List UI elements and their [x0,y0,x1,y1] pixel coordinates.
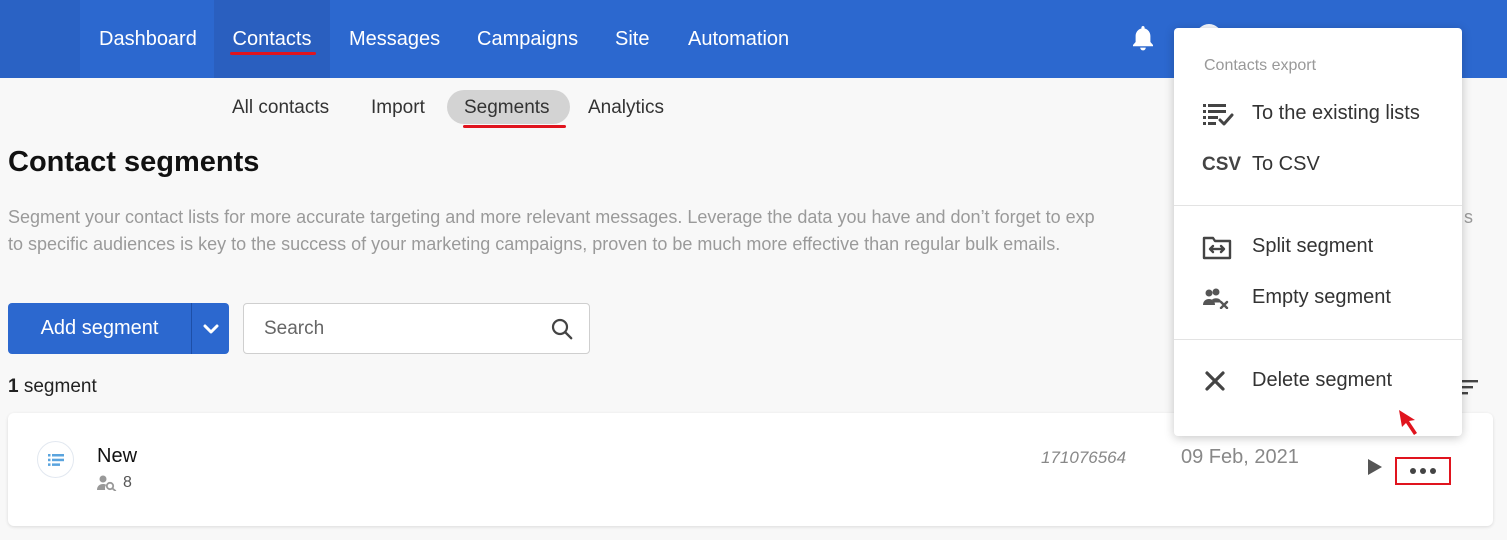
nav-automation[interactable]: Automation [688,0,789,78]
more-dot [1410,468,1416,474]
nav-contacts[interactable]: Contacts [214,0,330,78]
more-dot [1420,468,1426,474]
more-dot [1430,468,1436,474]
nav-automation-label: Automation [688,28,790,50]
segment-count-number: 1 [8,376,19,397]
contacts-highlight-underline [230,52,316,55]
menu-item-to-csv[interactable]: CSV To CSV [1174,142,1462,188]
chevron-down-icon [203,324,218,333]
add-segment-button[interactable]: Add segment [8,303,191,354]
page-title: Contact segments [8,146,260,178]
list-check-icon [1202,101,1234,127]
search-icon[interactable] [551,318,573,340]
tab-segments[interactable]: Segments [464,92,550,124]
nav-messages[interactable]: Messages [349,0,440,78]
nav-contacts-label: Contacts [232,28,312,50]
segment-count: 1 segment [8,376,97,398]
user-search-icon [97,475,117,491]
segment-list-icon [37,441,74,478]
annotation-arrow-icon [1399,410,1417,435]
menu-section-title: Contacts export [1204,57,1317,74]
tab-all-contacts[interactable]: All contacts [232,92,329,124]
split-icon [1202,234,1234,260]
menu-item-label: Split segment [1252,235,1374,257]
segment-id: 171076564 [1041,448,1127,467]
add-segment-button-group: Add segment [8,303,229,354]
menu-item-label: To CSV [1252,153,1320,175]
segment-actions-menu: Contacts export To the existing lists CS… [1174,28,1462,436]
bell-icon[interactable] [1130,24,1156,52]
segment-name[interactable]: New [97,445,137,468]
segment-date: 09 Feb, 2021 [1181,446,1299,468]
play-icon[interactable] [1366,457,1384,477]
menu-divider [1174,339,1462,340]
menu-item-label: Empty segment [1252,286,1391,308]
csv-icon-text: CSV [1202,154,1242,175]
segment-contacts-count: 8 [123,474,132,491]
menu-item-label: Delete segment [1252,369,1393,391]
nav-dashboard[interactable]: Dashboard [99,0,197,78]
menu-item-empty-segment[interactable]: Empty segment [1174,275,1462,321]
csv-icon: CSV [1202,152,1241,178]
nav-dashboard-label: Dashboard [99,28,197,50]
description-line1-tail: s [1464,207,1473,227]
description-line1-text: Segment your contact lists for more accu… [8,207,1095,227]
menu-item-label: To the existing lists [1252,102,1420,124]
users-remove-icon [1202,285,1234,311]
menu-divider [1174,205,1462,206]
search-box [243,303,590,354]
logo-area[interactable] [0,0,80,78]
nav-messages-label: Messages [349,28,441,50]
menu-item-split-segment[interactable]: Split segment [1174,224,1462,270]
segments-highlight-underline [463,125,566,128]
menu-item-delete-segment[interactable]: Delete segment [1174,358,1462,404]
segment-count-label: segment [23,376,97,397]
tab-analytics[interactable]: Analytics [588,92,664,124]
nav-site-label: Site [615,28,650,50]
sort-icon[interactable] [1460,378,1480,396]
segment-contacts: 8 [97,474,132,492]
search-input[interactable] [264,316,534,342]
menu-item-to-existing-lists[interactable]: To the existing lists [1174,91,1462,137]
more-actions-button[interactable] [1395,457,1451,485]
nav-campaigns[interactable]: Campaigns [477,0,578,78]
tab-import[interactable]: Import [371,92,425,124]
list-icon [47,453,64,466]
nav-site[interactable]: Site [615,0,649,78]
nav-campaigns-label: Campaigns [477,28,579,50]
close-icon [1202,368,1234,394]
add-segment-dropdown-button[interactable] [192,303,229,354]
